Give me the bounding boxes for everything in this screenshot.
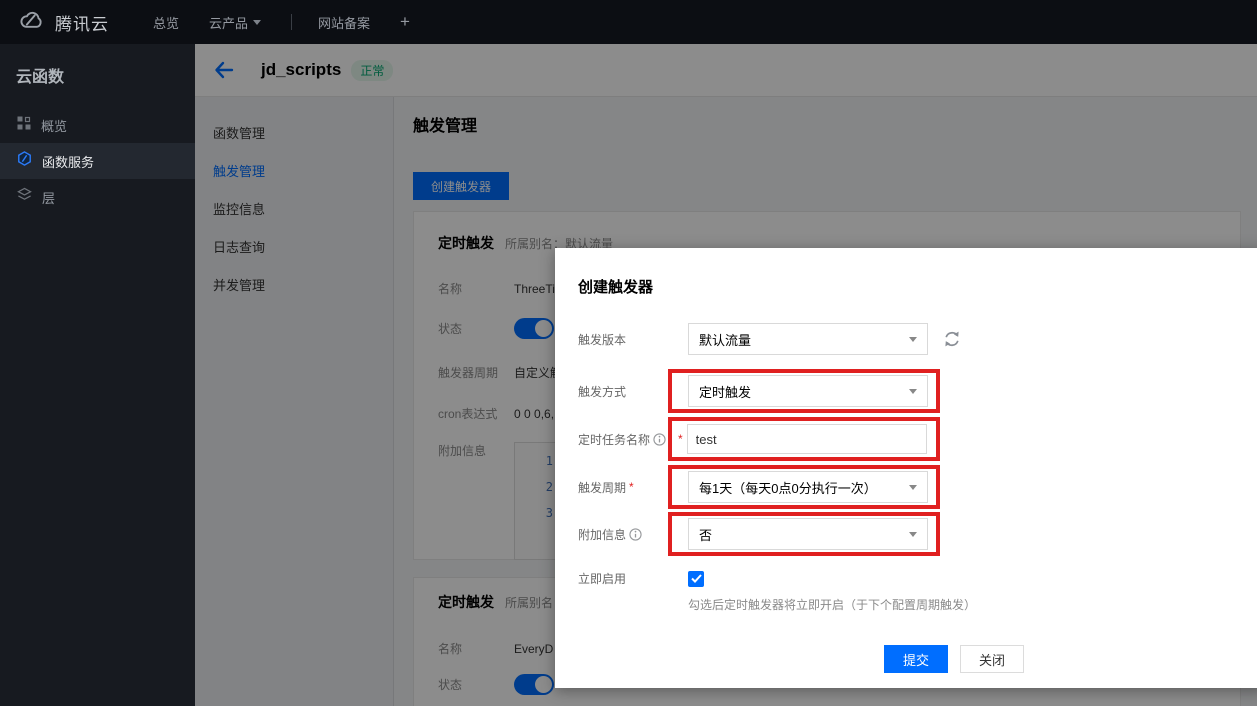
- info-icon[interactable]: [653, 433, 666, 446]
- chevron-down-icon: [909, 337, 917, 342]
- tencent-cloud-logo-icon: [16, 9, 46, 36]
- enable-hint: 勾选后定时触发器将立即开启（于下个配置周期触发）: [688, 596, 1257, 613]
- product-sidebar: 云函数 概览 函数服务: [0, 44, 195, 706]
- layers-icon: [17, 187, 32, 207]
- trigger-version-select[interactable]: 默认流量: [688, 323, 928, 355]
- required-mark: *: [629, 480, 634, 494]
- trigger-period-select[interactable]: 每1天（每天0点0分执行一次）: [688, 471, 928, 503]
- highlight-box: 否: [668, 512, 940, 556]
- task-name-input[interactable]: [687, 424, 927, 454]
- trigger-version-label: 触发版本: [578, 331, 688, 348]
- chevron-down-icon: [909, 485, 917, 490]
- enable-now-label: 立即启用: [578, 570, 688, 587]
- tencent-cloud-brand[interactable]: 腾讯云: [16, 9, 109, 36]
- check-icon: [691, 574, 702, 583]
- sidebar-item-layers[interactable]: 层: [0, 179, 195, 215]
- close-button[interactable]: 关闭: [960, 645, 1024, 673]
- product-title: 云函数: [0, 44, 195, 87]
- highlight-box: 定时触发: [668, 369, 940, 413]
- refresh-icon: [942, 329, 962, 349]
- highlight-box: *: [668, 417, 940, 461]
- brand-name: 腾讯云: [55, 10, 109, 35]
- sidebar-item-function-service[interactable]: 函数服务: [0, 143, 195, 179]
- top-nav: 腾讯云 总览 云产品 网站备案 +: [0, 0, 1257, 44]
- topnav-divider: [291, 14, 292, 30]
- topnav-item-cloud-products[interactable]: 云产品: [209, 13, 261, 32]
- submit-button[interactable]: 提交: [884, 645, 948, 673]
- create-trigger-modal: 创建触发器 触发版本 默认流量 触发方式 定时触发 定时任务: [555, 248, 1257, 688]
- trigger-method-select[interactable]: 定时触发: [688, 375, 928, 407]
- info-icon[interactable]: [629, 528, 642, 541]
- topnav-item-website-record[interactable]: 网站备案: [318, 13, 370, 32]
- sidebar-item-overview[interactable]: 概览: [0, 107, 195, 143]
- chevron-down-icon: [909, 532, 917, 537]
- extra-info-select[interactable]: 否: [688, 518, 928, 550]
- modal-title: 创建触发器: [578, 276, 1257, 297]
- topnav-add-button[interactable]: +: [400, 12, 410, 32]
- chevron-down-icon: [909, 389, 917, 394]
- enable-now-checkbox[interactable]: [688, 571, 704, 587]
- topnav-item-overview[interactable]: 总览: [153, 13, 179, 32]
- chevron-down-icon: [253, 20, 261, 25]
- hexagon-function-icon: [17, 151, 32, 171]
- top-nav-items: 总览 云产品 网站备案 +: [153, 12, 440, 32]
- required-mark: *: [678, 432, 683, 446]
- grid-icon: [17, 116, 31, 135]
- refresh-button[interactable]: [942, 329, 962, 349]
- highlight-box: 每1天（每天0点0分执行一次）: [668, 465, 940, 509]
